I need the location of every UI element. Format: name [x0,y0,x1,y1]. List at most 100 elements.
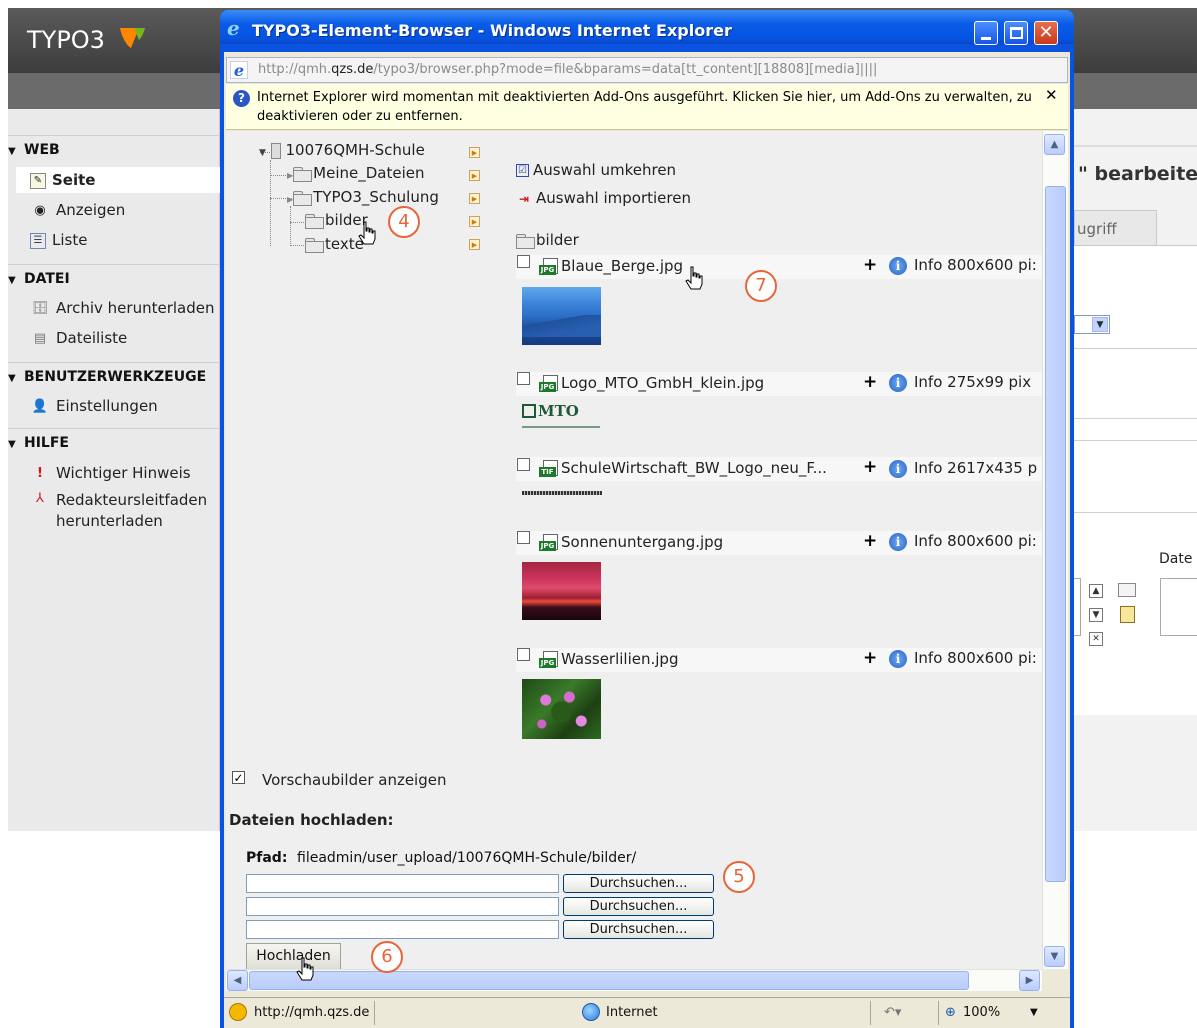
scroll-down-icon[interactable]: ▼ [1044,946,1065,967]
information-bar-text[interactable]: Internet Explorer wird momentan mit deak… [257,88,1037,126]
tree-item-meine-dateien[interactable]: ▶ Meine_Dateien [287,164,424,182]
thumbnail-sonnenuntergang[interactable] [522,562,601,620]
upload-file-input[interactable] [246,874,559,893]
upload-button[interactable]: Hochladen [246,943,341,970]
thumbnail-schulewirtschaft[interactable] [522,488,602,500]
info-icon[interactable]: i [889,460,907,478]
typo3-logo-icon [120,28,145,48]
zoom-icon: ⊕ [945,1005,956,1020]
folder-icon [305,237,324,253]
info-icon[interactable]: i [889,374,907,392]
vertical-scroll-thumb[interactable] [1045,186,1066,882]
browse-folder-icon[interactable] [1118,583,1136,597]
upload-heading: Dateien hochladen: [229,811,394,829]
tab-zugriff[interactable]: ugriff [1074,210,1157,245]
page-edit-icon: ✎ [30,172,46,189]
info-icon[interactable]: i [889,650,907,668]
zoom-level[interactable]: 100% [963,1005,1000,1020]
protected-mode-icon[interactable]: ↶▾ [884,1005,901,1020]
window-title: TYPO3-Element-Browser - Windows Internet… [252,21,732,40]
jpg-file-icon: JPG [539,257,561,276]
context-arrow-icon[interactable]: ▶ [469,239,480,250]
context-arrow-icon[interactable]: ▶ [469,170,480,181]
file-name-link[interactable]: JPG Logo_MTO_GmbH_klein.jpg [539,374,764,393]
add-icon[interactable]: + [863,531,877,551]
file-checkbox[interactable] [517,648,530,661]
scroll-left-icon[interactable]: ◀ [227,970,248,991]
thumbnail-mto-logo[interactable]: MTO [522,402,602,432]
upload-file-input[interactable] [246,897,559,916]
module-wichtiger-hinweis[interactable]: ! Wichtiger Hinweis [30,460,191,486]
close-icon[interactable]: ✕ [1045,86,1058,104]
add-icon[interactable]: + [863,457,877,477]
tree-item-root[interactable]: ▼ 10076QMH-Schule [259,141,425,159]
file-info: Info 800x600 pi: [914,532,1037,550]
maximize-button[interactable] [1004,21,1028,45]
status-zone: Internet [606,1005,658,1020]
close-button[interactable]: ✕ [1034,21,1058,45]
file-checkbox[interactable] [517,372,530,385]
context-arrow-icon[interactable]: ▶ [469,147,480,158]
server-icon [270,142,281,159]
invert-selection-link[interactable]: ☑ Auswahl umkehren [516,161,676,179]
add-icon[interactable]: + [863,648,877,668]
module-liste[interactable]: ☰ Liste [30,227,87,253]
content-select[interactable]: ▼ [1074,315,1110,334]
add-icon[interactable]: + [863,372,877,392]
tree-item-texte[interactable]: texte [305,235,364,253]
file-checkbox[interactable] [517,458,530,471]
module-group-hilfe[interactable]: ▼ HILFE [8,428,220,456]
upload-file-input[interactable] [246,920,559,939]
file-checkbox[interactable] [517,255,530,268]
import-selection-link[interactable]: ⇥ Auswahl importieren [516,189,691,207]
minimize-button[interactable] [974,21,998,45]
tree-connector [270,160,271,246]
add-icon[interactable]: + [863,255,877,275]
show-thumbnails-label[interactable]: Vorschaubilder anzeigen [262,771,446,789]
file-name-link[interactable]: JPG Sonnenuntergang.jpg [539,533,723,552]
module-anzeigen[interactable]: ◉ Anzeigen [30,197,125,223]
thumbnail-blaue-berge[interactable] [522,287,601,345]
context-arrow-icon[interactable]: ▶ [469,193,480,204]
field-label-dateien: Date [1159,551,1193,567]
mto-logo-mark [522,404,536,418]
status-url: http://qmh.qzs.de [254,1005,370,1020]
move-up-icon[interactable]: ▲ [1089,584,1103,598]
context-arrow-icon[interactable]: ▶ [469,216,480,227]
file-name-link[interactable]: JPG Wasserlilien.jpg [539,650,678,669]
current-folder-label: bilder [516,231,579,249]
horizontal-scroll-thumb[interactable] [249,971,969,990]
module-group-web[interactable]: ▼ WEB [8,135,220,163]
file-selector-box[interactable] [1074,578,1081,636]
module-group-datei[interactable]: ▼ DATEI [8,264,220,292]
browse-button[interactable]: Durchsuchen... [563,897,714,916]
browse-button[interactable]: Durchsuchen... [563,920,714,939]
file-name-link[interactable]: JPG Blaue_Berge.jpg [539,257,683,276]
module-archiv[interactable]: 🗄 Archiv herunterladen [30,295,215,321]
module-einstellungen[interactable]: 👤 Einstellungen [30,393,158,419]
file-info: Info 800x600 pi: [914,256,1037,274]
filelist-icon: ▤ [33,330,47,346]
module-redakteursleitfaden[interactable]: ⅄ Redakteursleitfaden herunterladen [30,490,220,530]
scroll-up-icon[interactable]: ▲ [1044,134,1065,155]
address-url[interactable]: http://qmh.qzs.de/typo3/browser.php?mode… [258,62,877,77]
jpg-file-icon: JPG [539,374,561,393]
chevron-down-icon[interactable]: ▼ [1030,1007,1038,1018]
browse-button[interactable]: Durchsuchen... [563,874,714,893]
show-thumbnails-checkbox[interactable]: ✓ [232,771,245,784]
file-name-link[interactable]: TIF SchuleWirtschaft_BW_Logo_neu_F... [539,459,827,478]
file-checkbox[interactable] [517,531,530,544]
info-icon[interactable]: i [889,533,907,551]
clipboard-icon[interactable] [1120,606,1135,623]
thumbnail-wasserlilien[interactable] [522,679,601,739]
module-group-benutzerwerkzeuge[interactable]: ▼ BENUTZERWERKZEUGE [8,362,220,390]
remove-icon[interactable]: ✕ [1089,632,1103,646]
info-icon[interactable]: i [889,257,907,275]
move-down-icon[interactable]: ▼ [1089,608,1103,622]
typo3-logo[interactable]: TYPO3 [27,26,105,54]
import-icon: ⇥ [518,191,530,206]
module-dateiliste[interactable]: ▤ Dateiliste [30,325,127,351]
module-seite[interactable]: ✎ Seite [30,167,95,193]
scroll-right-icon[interactable]: ▶ [1019,970,1040,991]
tree-item-typo3-schulung[interactable]: ▶ TYPO3_Schulung [287,188,439,206]
